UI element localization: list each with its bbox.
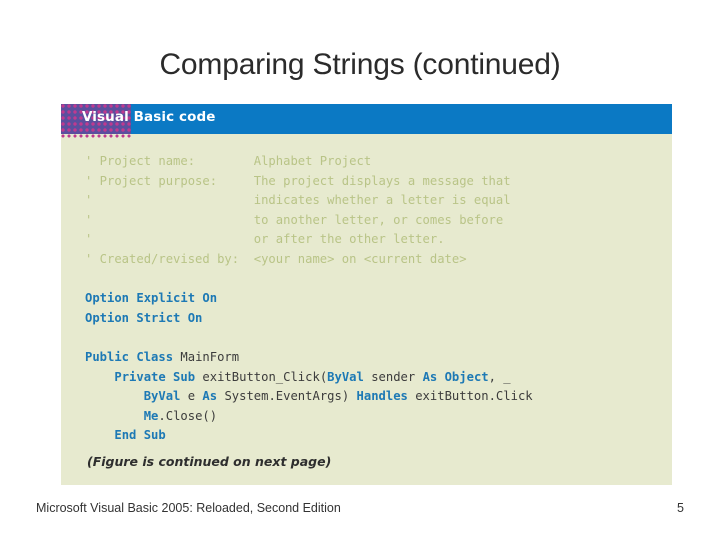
code-token-comment: ' Project purpose: The project displays …	[85, 173, 511, 188]
code-line	[85, 270, 672, 290]
code-line: Option Explicit On	[85, 289, 672, 309]
figure-banner: Visual Basic code	[61, 104, 672, 134]
code-token-id	[85, 428, 114, 442]
footer-page-number: 5	[677, 501, 684, 515]
code-token-comment: ' indicates whether a letter is equal	[85, 193, 511, 208]
code-line: ' Project purpose: The project displays …	[85, 172, 672, 192]
code-line: ' or after the other letter.	[85, 230, 672, 250]
code-line	[85, 328, 672, 348]
code-token-id: sender	[371, 369, 423, 384]
page-title: Comparing Strings (continued)	[159, 48, 561, 81]
code-token-kw: As Object	[422, 369, 489, 384]
code-token-comment: ' or after the other letter.	[85, 232, 445, 247]
code-line: Private Sub exitButton_Click(ByVal sende…	[85, 368, 672, 388]
code-listing: ' Project name: Alphabet Project ' Projec…	[61, 140, 672, 485]
code-lines-container: ' Project name: Alphabet Project ' Projec…	[61, 152, 672, 446]
code-token-id: MainForm	[180, 349, 240, 364]
code-token-id	[85, 370, 114, 384]
code-token-id: e	[187, 389, 203, 404]
code-token-id	[85, 409, 144, 423]
code-token-id: , _	[488, 369, 511, 384]
code-token-comment: ' Project name: Alphabet Project	[85, 154, 372, 168]
code-token-id: System.EventArgs)	[224, 389, 357, 404]
code-token-comment: ' to another letter, or comes before	[85, 212, 504, 227]
code-line: Me.Close()	[85, 407, 672, 427]
code-token-comment: ' Created/revised by: <your name> on <cu…	[85, 251, 467, 266]
code-line: ' to another letter, or comes before	[85, 211, 672, 231]
code-line: ByVal e As System.EventArgs) Handles exi…	[85, 387, 672, 407]
code-token-id: .Close()	[158, 408, 218, 423]
banner-dot-pattern-lower-icon	[61, 134, 131, 139]
code-token-kw: Option Strict On	[85, 310, 203, 325]
code-line: Option Strict On	[85, 309, 672, 329]
footer-source-text: Microsoft Visual Basic 2005: Reloaded, S…	[36, 501, 341, 515]
code-line: ' indicates whether a letter is equal	[85, 191, 672, 211]
code-token-kw: Option Explicit On	[85, 291, 218, 306]
code-token-kw: Handles	[356, 389, 416, 404]
code-token-id	[85, 389, 144, 403]
vb-code-figure: Visual Basic code ' Project name: Alphab…	[61, 104, 672, 485]
code-token-kw: ByVal	[143, 389, 188, 404]
figure-banner-label: Visual Basic code	[82, 109, 216, 125]
code-token-blank	[85, 272, 92, 286]
figure-continued-note: (Figure is continued on next page)	[87, 454, 332, 469]
code-token-kw: Public Class	[85, 349, 181, 364]
code-token-kw: End Sub	[114, 428, 166, 443]
code-token-kw: Me	[143, 408, 159, 423]
code-token-id: exitButton_Click(	[202, 369, 328, 384]
code-line: ' Created/revised by: <your name> on <cu…	[85, 250, 672, 270]
code-token-kw: As	[202, 389, 225, 404]
code-line: Public Class MainForm	[85, 348, 672, 368]
code-token-kw: Private Sub	[114, 369, 203, 384]
code-token-kw: ByVal	[327, 369, 372, 384]
code-line: ' Project name: Alphabet Project	[85, 152, 672, 172]
code-line: End Sub	[85, 426, 672, 446]
code-token-blank	[85, 330, 92, 344]
code-token-id: exitButton.Click	[415, 389, 533, 404]
